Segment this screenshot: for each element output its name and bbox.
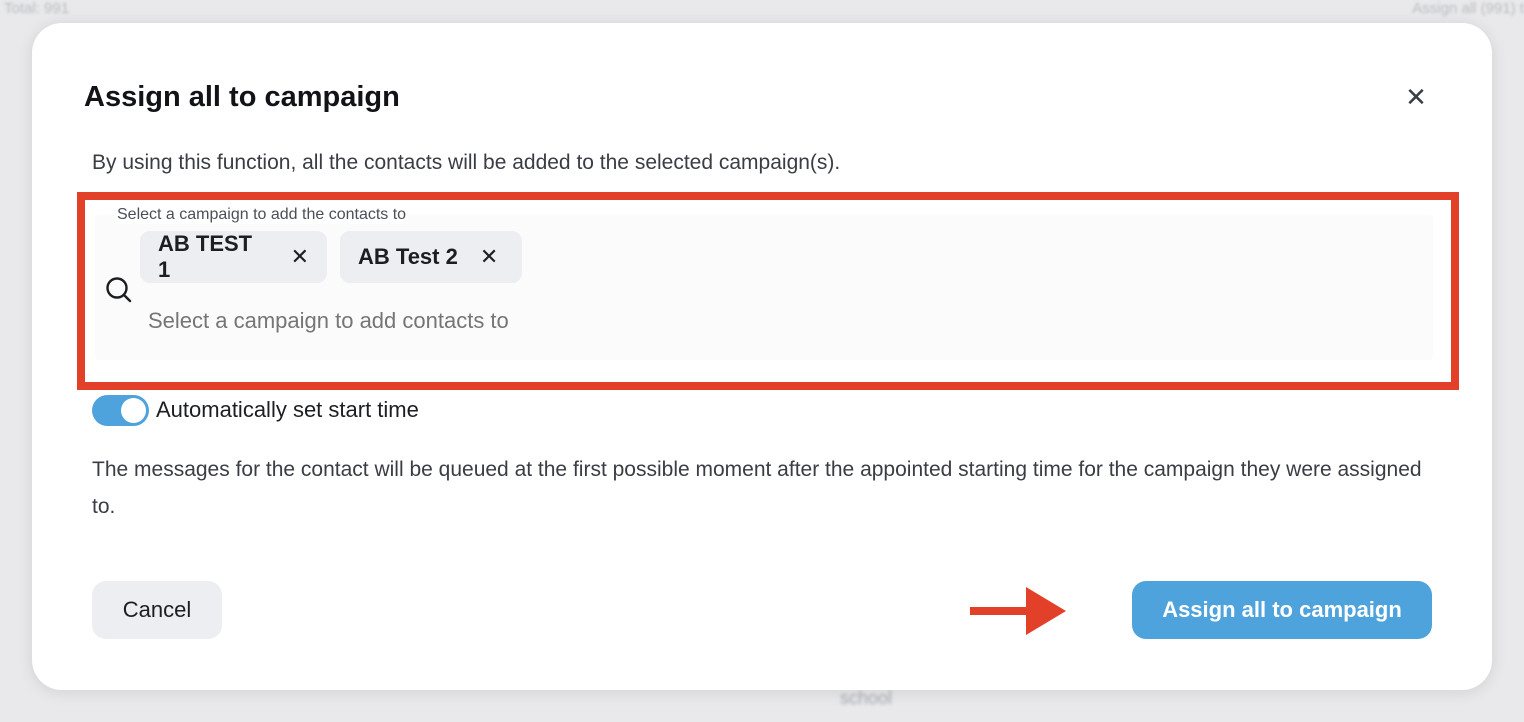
toggle-knob <box>121 398 146 423</box>
assign-campaign-dialog: Assign all to campaign ✕ By using this f… <box>32 23 1492 690</box>
cancel-button[interactable]: Cancel <box>92 581 222 639</box>
background-header: Total: 991 Assign all (991) t <box>0 0 1524 22</box>
auto-start-info-text: The messages for the contact will be que… <box>92 458 1422 518</box>
close-button[interactable]: ✕ <box>1400 81 1432 113</box>
background-total-text: Total: 991 <box>4 0 70 17</box>
background-assign-all-text: Assign all (991) t <box>1412 0 1524 17</box>
close-icon: ✕ <box>1405 82 1427 112</box>
assign-all-button[interactable]: Assign all to campaign <box>1132 581 1432 639</box>
auto-start-toggle[interactable] <box>92 395 149 426</box>
arrow-right-icon <box>970 587 1066 635</box>
dialog-description: By using this function, all the contacts… <box>92 151 841 174</box>
annotation-highlight-box <box>77 192 1459 390</box>
background-cell-text: school <box>840 688 893 708</box>
auto-start-label: Automatically set start time <box>156 397 419 422</box>
dialog-title: Assign all to campaign <box>84 81 400 113</box>
